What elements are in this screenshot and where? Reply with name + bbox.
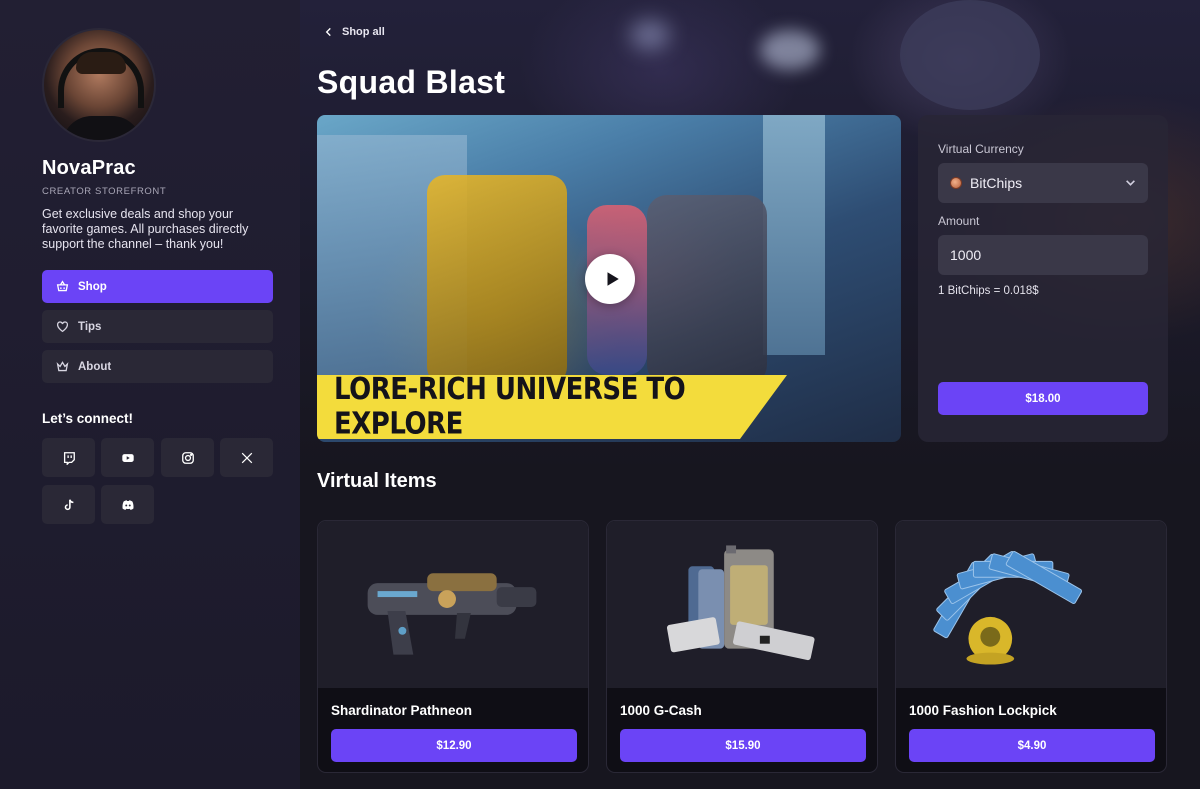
video-grey-mech-art	[647, 195, 767, 385]
play-icon	[607, 272, 619, 286]
item-card[interactable]: Shardinator Pathneon $12.90	[317, 520, 589, 773]
currency-label: Virtual Currency	[938, 142, 1024, 156]
bitchips-coin-icon	[950, 177, 962, 189]
youtube-icon	[121, 453, 134, 462]
virtual-items-title: Virtual Items	[317, 470, 437, 492]
amount-input[interactable]	[938, 235, 1148, 275]
nav-tips-label: Tips	[78, 320, 102, 333]
nav-shop-label: Shop	[78, 280, 107, 293]
back-to-shop-link[interactable]: Shop all	[324, 26, 385, 38]
game-trailer-video[interactable]: LORE-RICH UNIVERSE TO EXPLORE	[317, 115, 901, 442]
chevron-left-icon	[325, 27, 331, 37]
social-tiktok-button[interactable]	[42, 485, 95, 524]
item-name: 1000 Fashion Lockpick	[909, 703, 1057, 718]
video-banner: LORE-RICH UNIVERSE TO EXPLORE	[317, 375, 787, 439]
nav-about-button[interactable]: About	[42, 350, 273, 383]
social-discord-button[interactable]	[101, 485, 154, 524]
discord-icon	[121, 499, 134, 510]
item-card[interactable]: 1000 Fashion Lockpick $4.90	[895, 520, 1167, 773]
video-tower-art	[763, 115, 825, 355]
amount-label: Amount	[938, 214, 980, 228]
video-banner-text: LORE-RICH UNIVERSE TO EXPLORE	[334, 372, 686, 442]
social-instagram-button[interactable]	[161, 438, 214, 477]
crown-icon	[56, 361, 69, 372]
lockpick-tickets-image	[896, 521, 1166, 688]
shop-basket-icon	[56, 280, 69, 292]
nav-shop-button[interactable]: Shop	[42, 270, 273, 303]
currency-purchase-panel: Virtual Currency BitChips Amount 1 BitCh…	[918, 115, 1168, 442]
twitch-icon	[63, 451, 75, 465]
chevron-down-icon	[1126, 180, 1135, 186]
x-icon	[241, 452, 252, 463]
exchange-rate-text: 1 BitChips = 0.018$	[938, 285, 1039, 297]
creator-subtitle: CREATOR STOREFRONT	[42, 186, 167, 197]
item-name: Shardinator Pathneon	[331, 703, 473, 718]
social-youtube-button[interactable]	[101, 438, 154, 477]
creator-description: Get exclusive deals and shop your favori…	[42, 207, 249, 251]
item-price-button[interactable]: $15.90	[620, 729, 866, 762]
nav-about-label: About	[78, 360, 112, 373]
g-cash-cards-image	[607, 521, 877, 688]
page-title: Squad Blast	[317, 64, 506, 100]
creator-avatar	[42, 28, 156, 142]
item-price-button[interactable]: $12.90	[331, 729, 577, 762]
item-card[interactable]: 1000 G-Cash $15.90	[606, 520, 878, 773]
instagram-icon	[181, 451, 194, 464]
item-name: 1000 G-Cash	[620, 703, 702, 718]
connect-title: Let’s connect!	[42, 411, 134, 426]
item-price-button[interactable]: $4.90	[909, 729, 1155, 762]
back-link-label: Shop all	[342, 26, 385, 38]
social-twitch-button[interactable]	[42, 438, 95, 477]
creator-name: NovaPrac	[42, 157, 136, 179]
nav-tips-button[interactable]: Tips	[42, 310, 273, 343]
social-x-button[interactable]	[220, 438, 273, 477]
blaster-gun-image	[318, 521, 588, 688]
buy-currency-button[interactable]: $18.00	[938, 382, 1148, 415]
currency-select[interactable]: BitChips	[938, 163, 1148, 203]
currency-select-value: BitChips	[970, 175, 1023, 191]
play-button[interactable]	[585, 254, 635, 304]
tiktok-icon	[64, 499, 73, 510]
sidebar-background	[0, 0, 300, 789]
heart-icon	[56, 321, 69, 333]
video-yellow-mech-art	[427, 175, 567, 385]
